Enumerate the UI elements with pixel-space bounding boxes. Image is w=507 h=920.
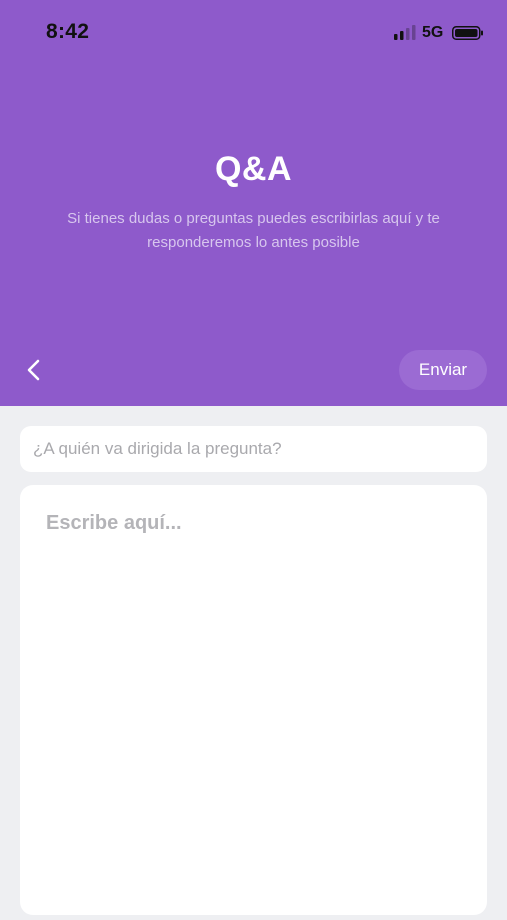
header: 8:42 5G Q&A Si tienes dudas o preguntas … xyxy=(0,0,507,406)
message-field xyxy=(20,485,487,915)
page-title: Q&A xyxy=(214,150,293,188)
page-subtitle: Si tienes dudas o preguntas puedes escri… xyxy=(67,210,440,251)
battery-icon xyxy=(452,26,483,40)
back-button[interactable] xyxy=(18,354,50,386)
network-label: 5G xyxy=(422,24,444,41)
recipient-input[interactable] xyxy=(20,426,487,472)
send-button[interactable]: Enviar xyxy=(399,350,487,390)
signal-icon xyxy=(394,25,416,40)
status-time: 8:42 xyxy=(46,20,90,43)
message-textarea[interactable] xyxy=(20,485,487,915)
chevron-left-icon xyxy=(27,359,40,381)
status-bar: 8:42 5G xyxy=(0,0,507,64)
recipient-field xyxy=(20,426,487,472)
